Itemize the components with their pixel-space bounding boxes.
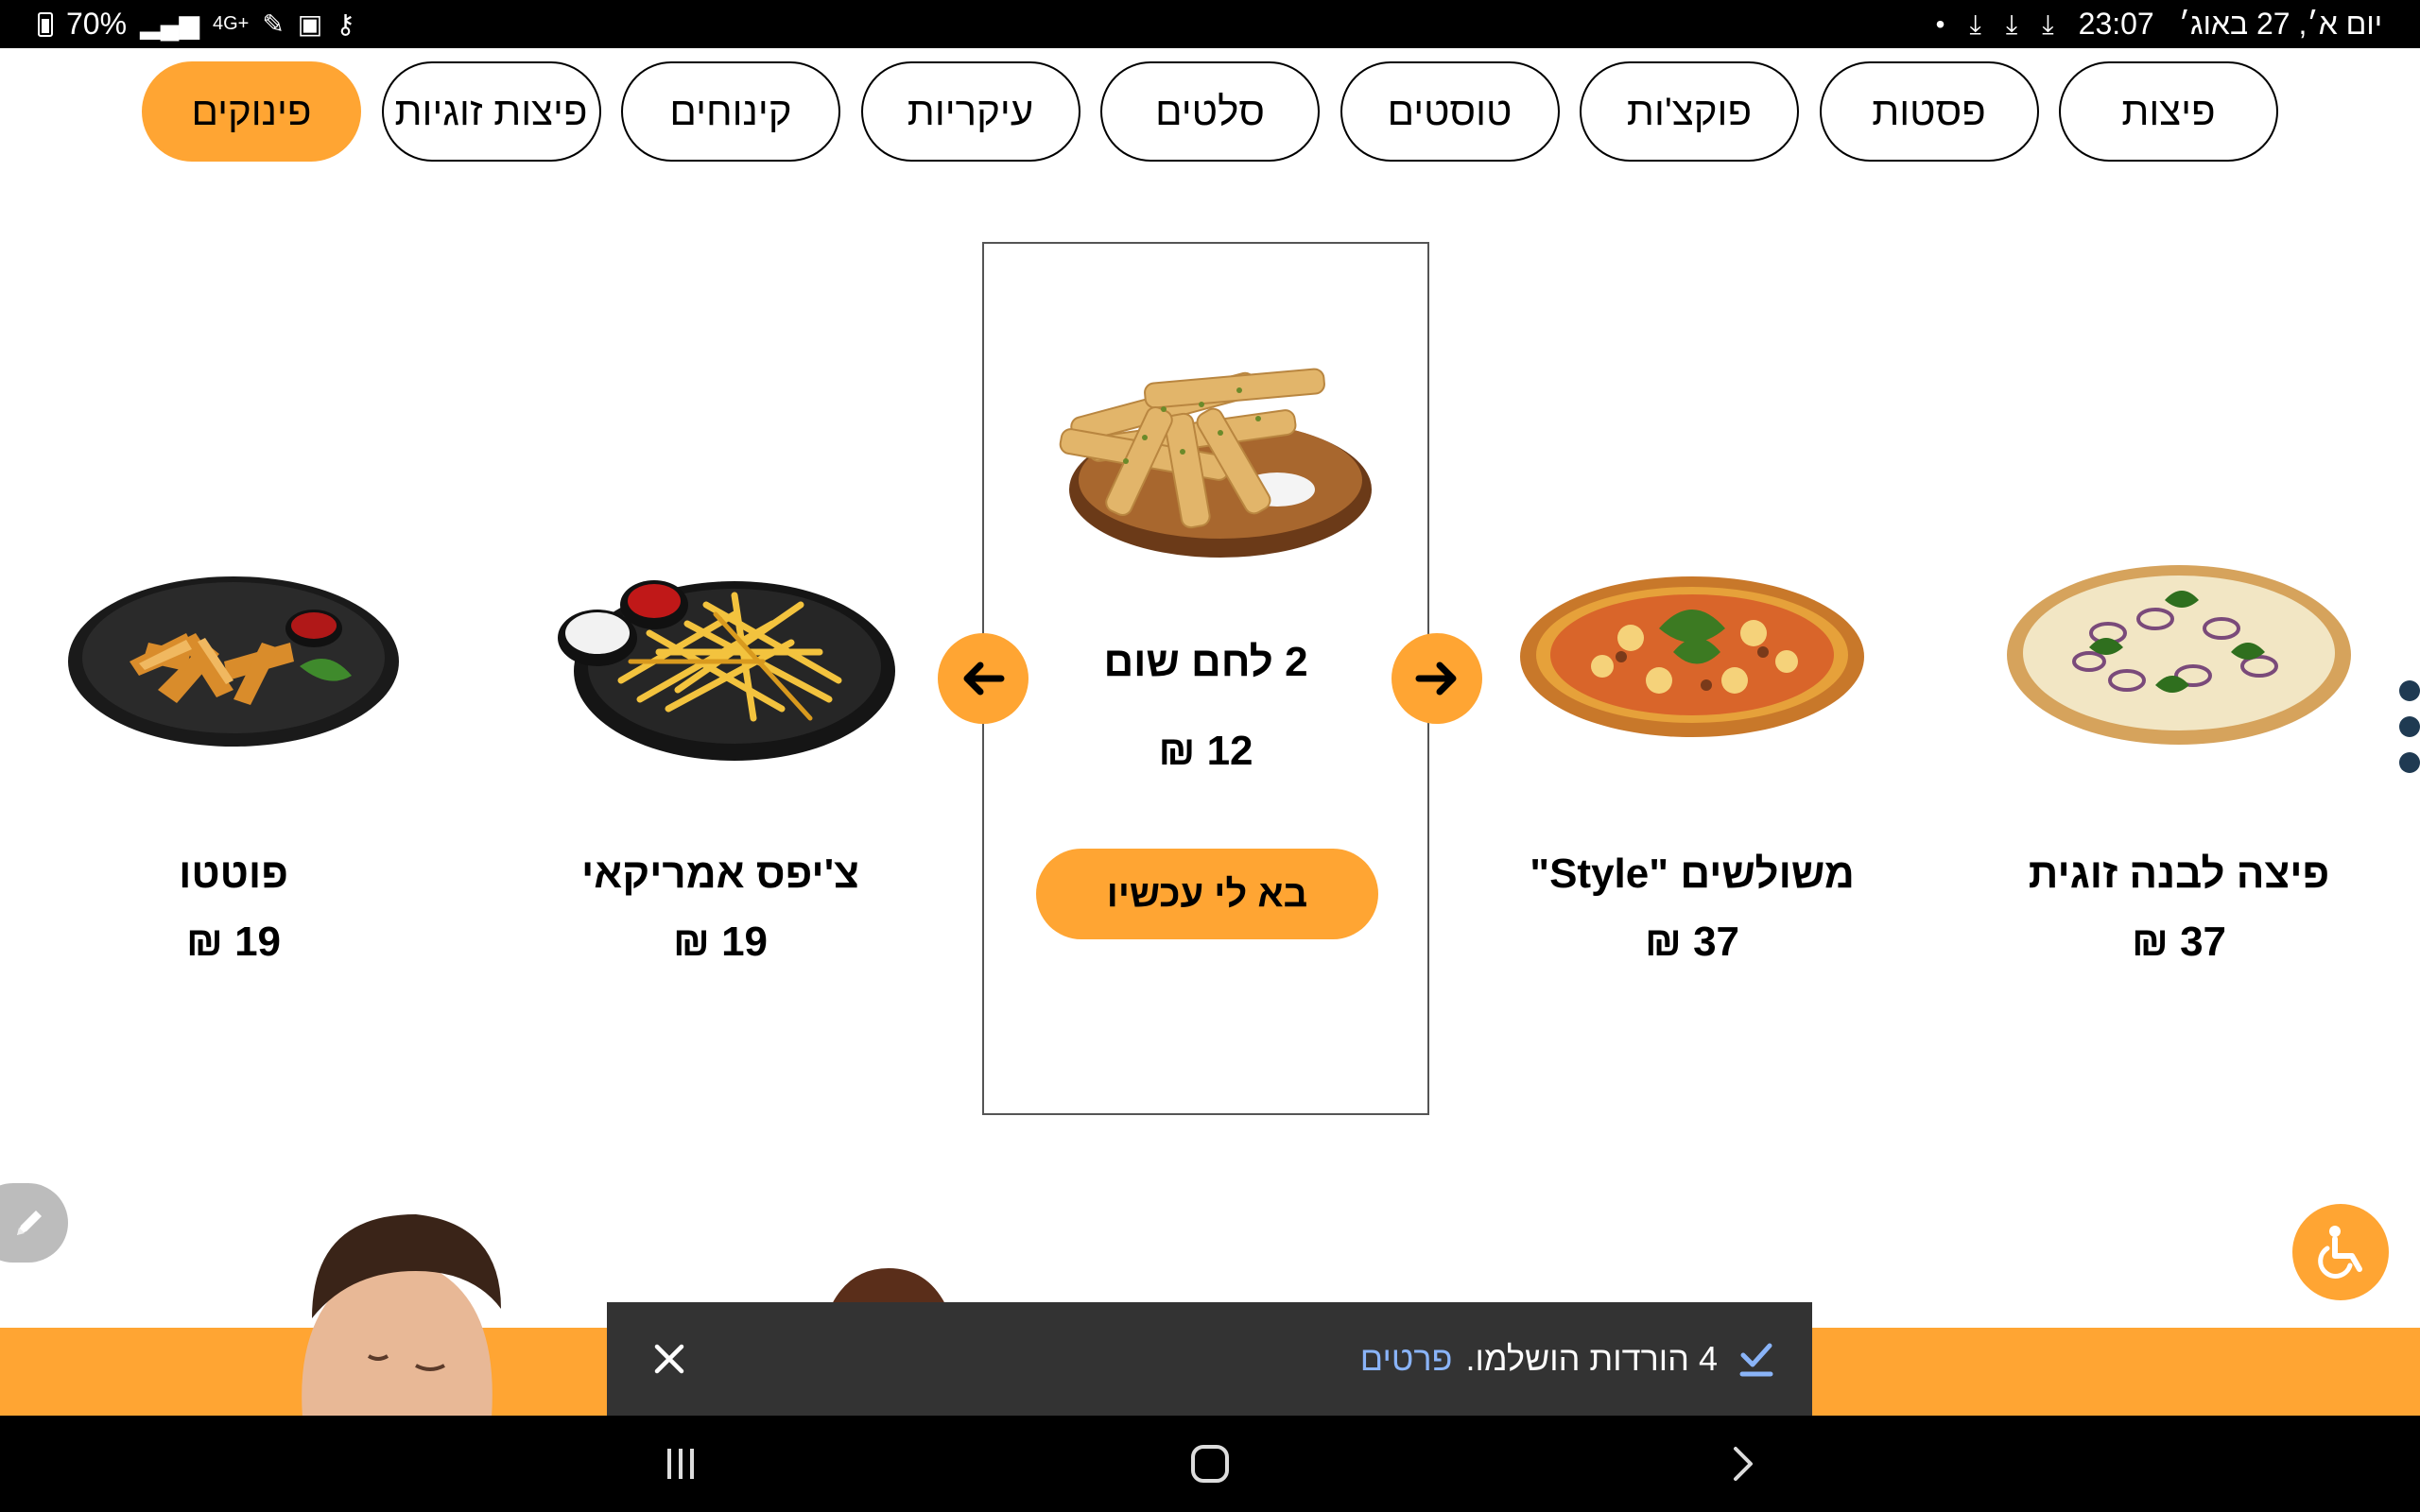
product-name-potato: פוטטו [179,850,288,897]
product-image-fries [512,510,928,794]
status-bar-left: 70% ▂▄▆ 4G+ ✎ ▣ ⚷ [38,0,355,48]
back-icon [1734,1447,1753,1481]
snackbar-message-group: 4 הורדות הושלמו. פרטים [1360,1302,1718,1416]
snackbar-message: 4 הורדות הושלמו. [1465,1339,1719,1378]
order-now-button[interactable]: בא לי עכשיו [1036,849,1378,939]
product-card-fries[interactable]: צ'יפס אמריקאי 19 ₪ [512,510,928,966]
close-icon [654,1344,684,1374]
category-tab-desserts[interactable]: קינוחים [621,61,840,162]
category-tab-salads[interactable]: סלטים [1100,61,1320,162]
edit-floating-button[interactable] [0,1183,68,1263]
product-name-fries: צ'יפס אמריקאי [581,850,859,897]
product-price-triangles: 37 ₪ [1644,919,1740,965]
category-tab-treats[interactable]: פינוקים [142,61,361,162]
product-card-potato[interactable]: פוטטו 19 ₪ [26,510,441,966]
featured-product-card: 2 לחם שום 12 ₪ בא לי עכשיו [982,242,1429,1115]
arrow-right-icon [1415,662,1457,696]
category-nav: פיצות פסטות פוקצ'ות טוסטים סלטים עיקריות… [142,61,2278,163]
home-button[interactable] [1172,1435,1248,1493]
status-bar-right: יום א׳, 27 באוג׳ 23:07 ⤓ ⤓ ⤓ • [1936,0,2382,48]
product-price-white-pizza: 37 ₪ [2131,919,2227,965]
carousel-next-button[interactable] [1392,633,1482,724]
category-tab-mains[interactable]: עיקריות [860,61,1080,162]
accessibility-button[interactable] [2292,1204,2389,1300]
recent-apps-icon [667,1449,694,1479]
product-price-garlic-bread: 12 ₪ [1158,728,1253,774]
carousel-prev-button[interactable] [938,633,1028,724]
pencil-icon [17,1211,42,1235]
banner-person-hair-image [832,1268,945,1304]
product-price-fries: 19 ₪ [672,919,769,965]
product-card-white-pizza[interactable]: פיצה לבנה זוגית 37 ₪ [1971,510,2387,966]
notification-dot-icon: • [1935,9,1945,39]
edit-status-icon: ✎ [262,9,285,39]
category-tab-focaccias[interactable]: פוקצ'ות [1580,61,1799,162]
check-icon [1739,1343,1773,1377]
banner-person-image [302,1214,501,1418]
download-icon: ⤓ [2005,9,2018,39]
arrow-left-icon [963,662,1005,696]
product-name-white-pizza: פיצה לבנה זוגית [2028,850,2330,897]
network-type: 4G+ [212,13,250,34]
product-image-potato [26,510,441,794]
product-card-triangles[interactable]: משולשים "Style" 37 ₪ [1484,510,1900,966]
download-icon: ⤓ [1969,9,1981,39]
battery-icon [38,11,53,37]
product-name-triangles: משולשים "Style" [1530,850,1855,897]
status-time: 23:07 [2078,7,2154,41]
key-icon: ⚷ [336,9,355,39]
status-bar: 70% ▂▄▆ 4G+ ✎ ▣ ⚷ יום א׳, 27 באוג׳ 23:07… [0,0,2420,48]
category-tab-couple-pizzas[interactable]: פיצות זוגיות [381,61,601,162]
category-tab-pastas[interactable]: פסטות [1819,61,2039,162]
product-name-garlic-bread: 2 לחם שום [1103,639,1308,685]
status-date: יום א׳, 27 באוג׳ [2178,7,2382,41]
system-nav-bar [0,1416,2420,1512]
more-options-icon[interactable] [2399,680,2420,773]
product-image-white-pizza [1971,510,2387,794]
category-tab-pizzas[interactable]: פיצות [2059,61,2278,162]
wheelchair-icon [2318,1226,2362,1279]
signal-icon: ▂▄▆ [140,9,199,39]
home-icon [1191,1445,1229,1483]
product-image-triangles [1484,510,1900,794]
snackbar-close-button[interactable] [645,1334,694,1383]
recent-apps-button[interactable] [643,1435,718,1493]
product-image-garlic-bread [984,338,1427,754]
lock-status-icon: ▣ [297,9,323,39]
snackbar-details-link[interactable]: פרטים [1360,1339,1453,1379]
product-price-potato: 19 ₪ [185,919,282,965]
download-snackbar: 4 הורדות הושלמו. פרטים [607,1302,1812,1416]
category-tab-toasts[interactable]: טוסטים [1340,61,1560,162]
back-button[interactable] [1705,1435,1781,1493]
battery-level: 70% [66,7,128,41]
download-icon: ⤓ [2042,9,2054,39]
